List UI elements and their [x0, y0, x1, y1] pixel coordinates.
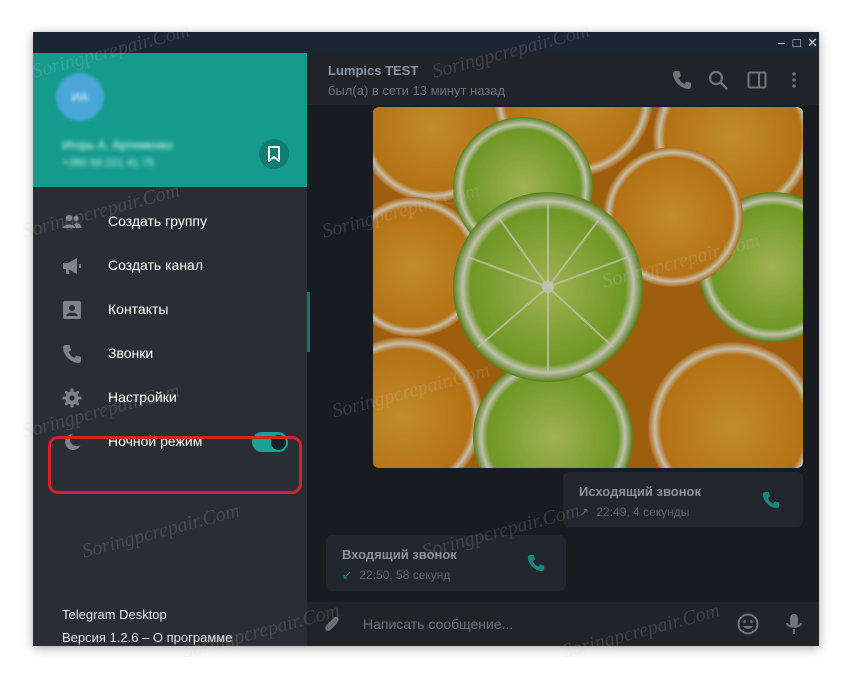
phone-icon[interactable] [761, 490, 781, 510]
call-time: 22:49, 4 секунды [596, 505, 690, 519]
search-icon[interactable] [707, 69, 729, 91]
night-mode-highlight-frame [48, 436, 302, 494]
app-name: Telegram Desktop [62, 607, 167, 622]
avatar[interactable]: ИА [56, 73, 104, 121]
menu-label-settings: Настройки [108, 389, 177, 405]
menu-item-create-group[interactable]: Создать группу [33, 200, 307, 244]
menu-item-calls[interactable]: Звонки [33, 332, 307, 376]
menu-item-create-channel[interactable]: Создать канал [33, 244, 307, 288]
megaphone-icon [63, 258, 81, 274]
phone-icon[interactable] [526, 553, 546, 573]
paperclip-icon[interactable] [321, 613, 343, 635]
outgoing-arrow-icon: ↗ [579, 505, 590, 519]
sidebar-menu: ИА Игорь А. Артеменко +380 99 221 41 75 … [33, 53, 307, 646]
incoming-call-message[interactable]: Входящий звонок ↙ 22:50, 58 секунд [326, 535, 566, 591]
minimize-button[interactable]: – [774, 35, 789, 50]
gear-icon [62, 388, 82, 408]
message-composer [307, 602, 819, 646]
maximize-button[interactable]: □ [789, 35, 804, 50]
photo-message[interactable] [373, 107, 803, 468]
user-name: Игорь А. Артеменко [62, 138, 173, 152]
scroll-indicator [307, 292, 310, 352]
menu-label-create-group: Создать группу [108, 213, 207, 229]
call-title: Входящий звонок [342, 547, 457, 562]
menu-label-contacts: Контакты [108, 301, 169, 317]
group-icon [62, 214, 82, 228]
saved-messages-button[interactable] [259, 139, 289, 169]
call-time: 22:50, 58 секунд [359, 568, 451, 582]
call-details: ↙ 22:50, 58 секунд [342, 568, 450, 582]
microphone-icon[interactable] [783, 612, 805, 636]
bookmark-icon [268, 146, 280, 162]
outgoing-call-message[interactable]: Исходящий звонок ↗ 22:49, 4 секунды [563, 472, 803, 527]
menu-label-calls: Звонки [108, 345, 154, 361]
phone-icon [63, 345, 81, 363]
menu-label-create-channel: Создать канал [108, 257, 203, 273]
message-input[interactable] [363, 614, 693, 634]
title-bar: – □ ✕ [33, 32, 819, 53]
chat-title[interactable]: Lumpics TEST [328, 63, 418, 78]
more-icon[interactable] [783, 69, 805, 91]
photo-night-dim [373, 107, 803, 468]
close-button[interactable]: ✕ [805, 35, 819, 50]
app-version-link[interactable]: Версия 1.2.6 – О программе [62, 630, 232, 645]
call-details: ↗ 22:49, 4 секунды [579, 505, 689, 519]
user-phone: +380 99 221 41 75 [62, 157, 155, 169]
phone-icon[interactable] [671, 69, 693, 91]
profile-header: ИА Игорь А. Артеменко +380 99 221 41 75 [33, 53, 307, 187]
contacts-icon [63, 301, 81, 319]
chat-status: был(а) в сети 13 минут назад [328, 83, 506, 98]
emoji-icon[interactable] [736, 612, 760, 636]
chat-header: Lumpics TEST был(а) в сети 13 минут наза… [307, 53, 819, 105]
menu-item-contacts[interactable]: Контакты [33, 288, 307, 332]
telegram-window: – □ ✕ ИА Игорь А. Артеменко +380 99 221 … [33, 32, 819, 646]
menu-item-settings[interactable]: Настройки [33, 376, 307, 420]
incoming-arrow-icon: ↙ [342, 568, 353, 582]
chat-panel: Lumpics TEST был(а) в сети 13 минут наза… [307, 53, 819, 646]
call-title: Исходящий звонок [579, 484, 702, 499]
sidebar-toggle-icon[interactable] [746, 69, 768, 91]
avatar-initials: ИА [71, 90, 89, 104]
